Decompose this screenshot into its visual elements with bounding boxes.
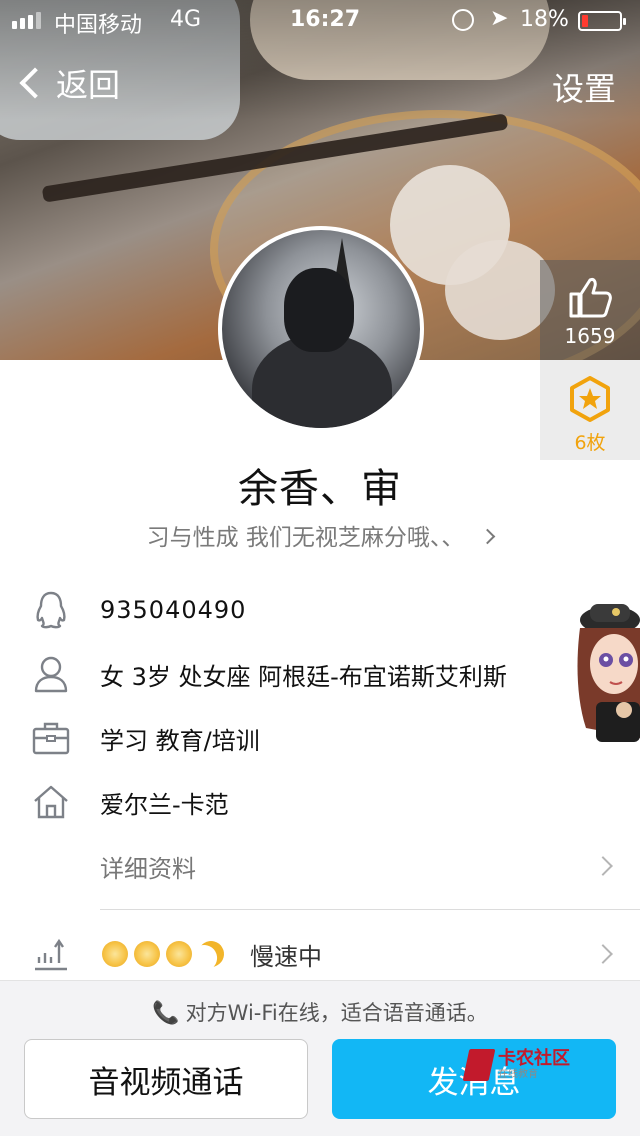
watermark-subtitle: 在线教育 [498, 1069, 538, 1080]
like-count: 1659 [564, 324, 616, 348]
star-medal-icon [570, 376, 610, 422]
profile-page: 中国移动 4G 16:27 ➤ 18% 返回 设置 1659 6枚 余香、审 习… [0, 0, 640, 1136]
clock: 16:27 [290, 7, 361, 32]
level-status: 慢速中 [250, 942, 322, 971]
moon-icon [193, 936, 229, 972]
medal-count: 6枚 [574, 432, 606, 454]
career-info: 学习 教育/培训 [100, 726, 260, 755]
av-call-button[interactable]: 音视频通话 [24, 1039, 308, 1119]
chevron-right-icon [593, 944, 613, 964]
watermark-logo-icon [462, 1049, 496, 1081]
avatar[interactable] [218, 226, 424, 432]
battery-icon [578, 11, 626, 31]
details-label: 详细资料 [100, 854, 196, 883]
medal-button[interactable]: 6枚 [540, 360, 640, 460]
person-icon [32, 654, 70, 694]
career-row[interactable]: 学习 教育/培训 [0, 706, 640, 770]
chevron-right-icon [480, 528, 496, 545]
signature-row[interactable]: 习与性成 我们无视芝麻分哦、、 [0, 518, 640, 552]
hometown-info: 爱尔兰-卡范 [100, 790, 229, 819]
carrier-label: 中国移动 [54, 13, 143, 38]
personal-info: 女 3岁 处女座 阿根廷-布宜诺斯艾利斯 [100, 662, 507, 691]
cartoon-pendant[interactable] [556, 598, 640, 748]
network-label: 4G [170, 7, 202, 32]
rotation-lock-icon [452, 9, 474, 31]
penguin-icon [32, 590, 70, 630]
divider [100, 909, 640, 910]
thumbs-up-icon [569, 278, 612, 318]
back-label: 返回 [56, 66, 121, 104]
signal-icon [12, 12, 41, 29]
phone-icon: 📞 [152, 1001, 180, 1026]
wifi-tip-text: 对方Wi-Fi在线，适合语音通话。 [185, 1001, 488, 1025]
sun-icon [102, 941, 128, 967]
watermark-title: 卡农社区 [498, 1048, 570, 1069]
details-row[interactable]: 详细资料 [0, 834, 640, 898]
level-chart-icon [32, 934, 70, 974]
battery-percent: 18% [520, 7, 569, 32]
location-icon: ➤ [490, 6, 509, 31]
briefcase-icon [32, 718, 70, 758]
level-badges [102, 941, 224, 967]
settings-button[interactable]: 设置 [552, 64, 616, 110]
signature-text: 习与性成 我们无视芝麻分哦、、 [146, 525, 465, 551]
level-row[interactable]: 慢速中 [0, 922, 640, 986]
status-bar: 中国移动 4G 16:27 ➤ 18% [0, 0, 640, 40]
chevron-right-icon [593, 856, 613, 876]
sun-icon [166, 941, 192, 967]
battery-fill [582, 15, 588, 27]
qq-number: 935040490 [100, 596, 247, 624]
sun-icon [134, 941, 160, 967]
profile-name: 余香、审 [238, 466, 402, 512]
watermark: 卡农社区 在线教育 [462, 1046, 586, 1084]
back-button[interactable]: 返回 [16, 60, 120, 106]
chevron-left-icon [19, 67, 51, 99]
like-button[interactable]: 1659 [540, 260, 640, 360]
qq-number-row[interactable]: 935040490 [0, 578, 640, 642]
home-icon [32, 782, 70, 822]
wifi-tip: 📞 对方Wi-Fi在线，适合语音通话。 [0, 997, 640, 1027]
hometown-row[interactable]: 爱尔兰-卡范 [0, 770, 640, 834]
personal-info-row[interactable]: 女 3岁 处女座 阿根廷-布宜诺斯艾利斯 [0, 642, 640, 706]
